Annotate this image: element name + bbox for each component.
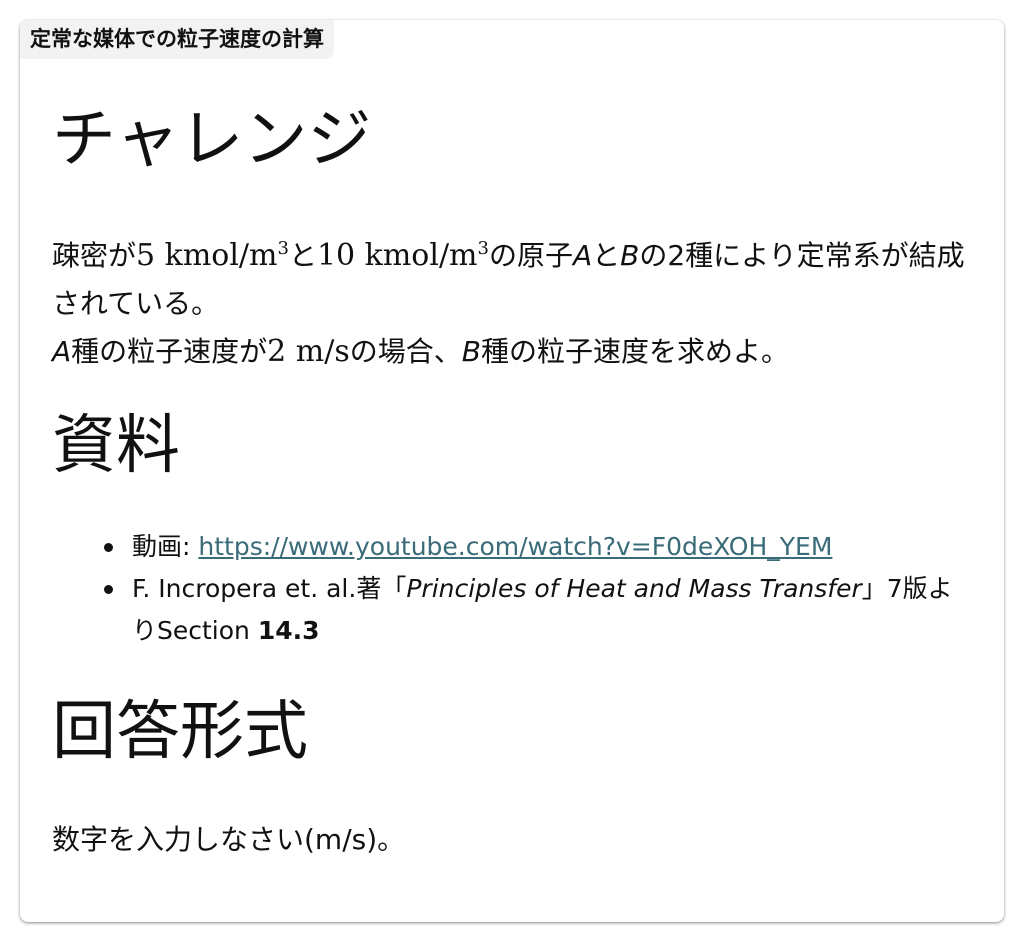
materials-heading: 資料 [52, 409, 180, 483]
challenge-line2-text3: 種の粒子速度を求めよ。 [480, 335, 789, 368]
challenge-and-1: と [288, 239, 317, 272]
answer-format-instruction: 数字を入力しなさい(m/s)。 [52, 823, 406, 856]
species-b: B [620, 239, 640, 272]
book-prefix: F. Incropera et. al.著「 [132, 574, 407, 603]
challenge-line2-text2: の場合、 [349, 335, 462, 368]
concentration-a-exponent: 3 [277, 238, 289, 259]
answer-format-heading: 回答形式 [52, 695, 308, 769]
book-section: 14.3 [257, 616, 320, 645]
concentration-b: 10 kmol/m3 [317, 238, 489, 273]
list-item-video: 動画: https://www.youtube.com/watch?v=F0de… [104, 526, 962, 568]
concentration-b-exponent: 3 [477, 238, 489, 259]
book-title: Principles of Heat and Mass Transfer [406, 574, 862, 603]
velocity-value: 2 m/s [267, 334, 350, 369]
video-label: 動画: [132, 532, 199, 561]
concentration-a-value: 5 kmol/m [136, 238, 278, 273]
list-item-book: F. Incropera et. al.著「Principles of Heat… [104, 568, 962, 652]
species-a-line2: A [52, 335, 72, 368]
challenge-heading: チャレンジ [52, 103, 372, 177]
species-a: A [572, 239, 593, 272]
concentration-a: 5 kmol/m3 [136, 238, 289, 273]
species-b-line2: B [461, 335, 481, 368]
challenge-text: 疎密が5 kmol/m3と10 kmol/m3の原子AとBの2種により定常系が結… [52, 232, 972, 376]
challenge-line2-text1: 種の粒子速度が [71, 335, 268, 368]
problem-card: 定常な媒体での粒子速度の計算 チャレンジ 疎密が5 kmol/m3と10 kmo… [20, 20, 1004, 922]
video-link[interactable]: https://www.youtube.com/watch?v=F0deXOH_… [198, 532, 832, 561]
challenge-line1-prefix: 疎密が [52, 239, 137, 272]
materials-list: 動画: https://www.youtube.com/watch?v=F0de… [52, 526, 962, 652]
card-title: 定常な媒体での粒子速度の計算 [20, 20, 334, 59]
challenge-and-2: と [592, 239, 621, 272]
concentration-b-value: 10 kmol/m [316, 238, 478, 273]
challenge-of-atoms: の原子 [488, 239, 573, 272]
